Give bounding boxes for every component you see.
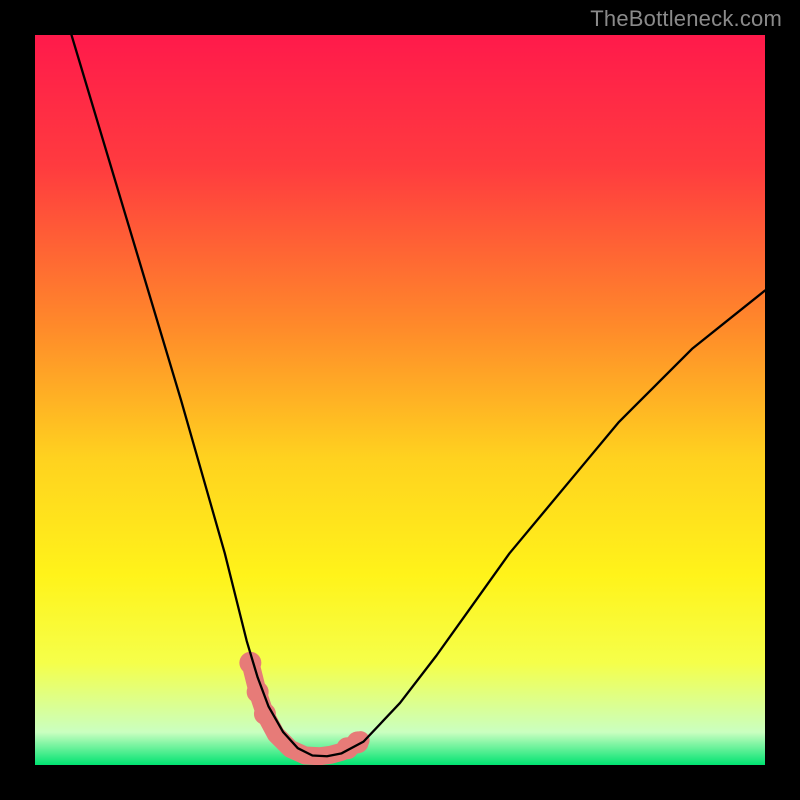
watermark-text: TheBottleneck.com <box>590 6 782 32</box>
chart-container: TheBottleneck.com <box>0 0 800 800</box>
chart-svg <box>35 35 765 765</box>
plot-area <box>35 35 765 765</box>
gradient-background <box>35 35 765 765</box>
